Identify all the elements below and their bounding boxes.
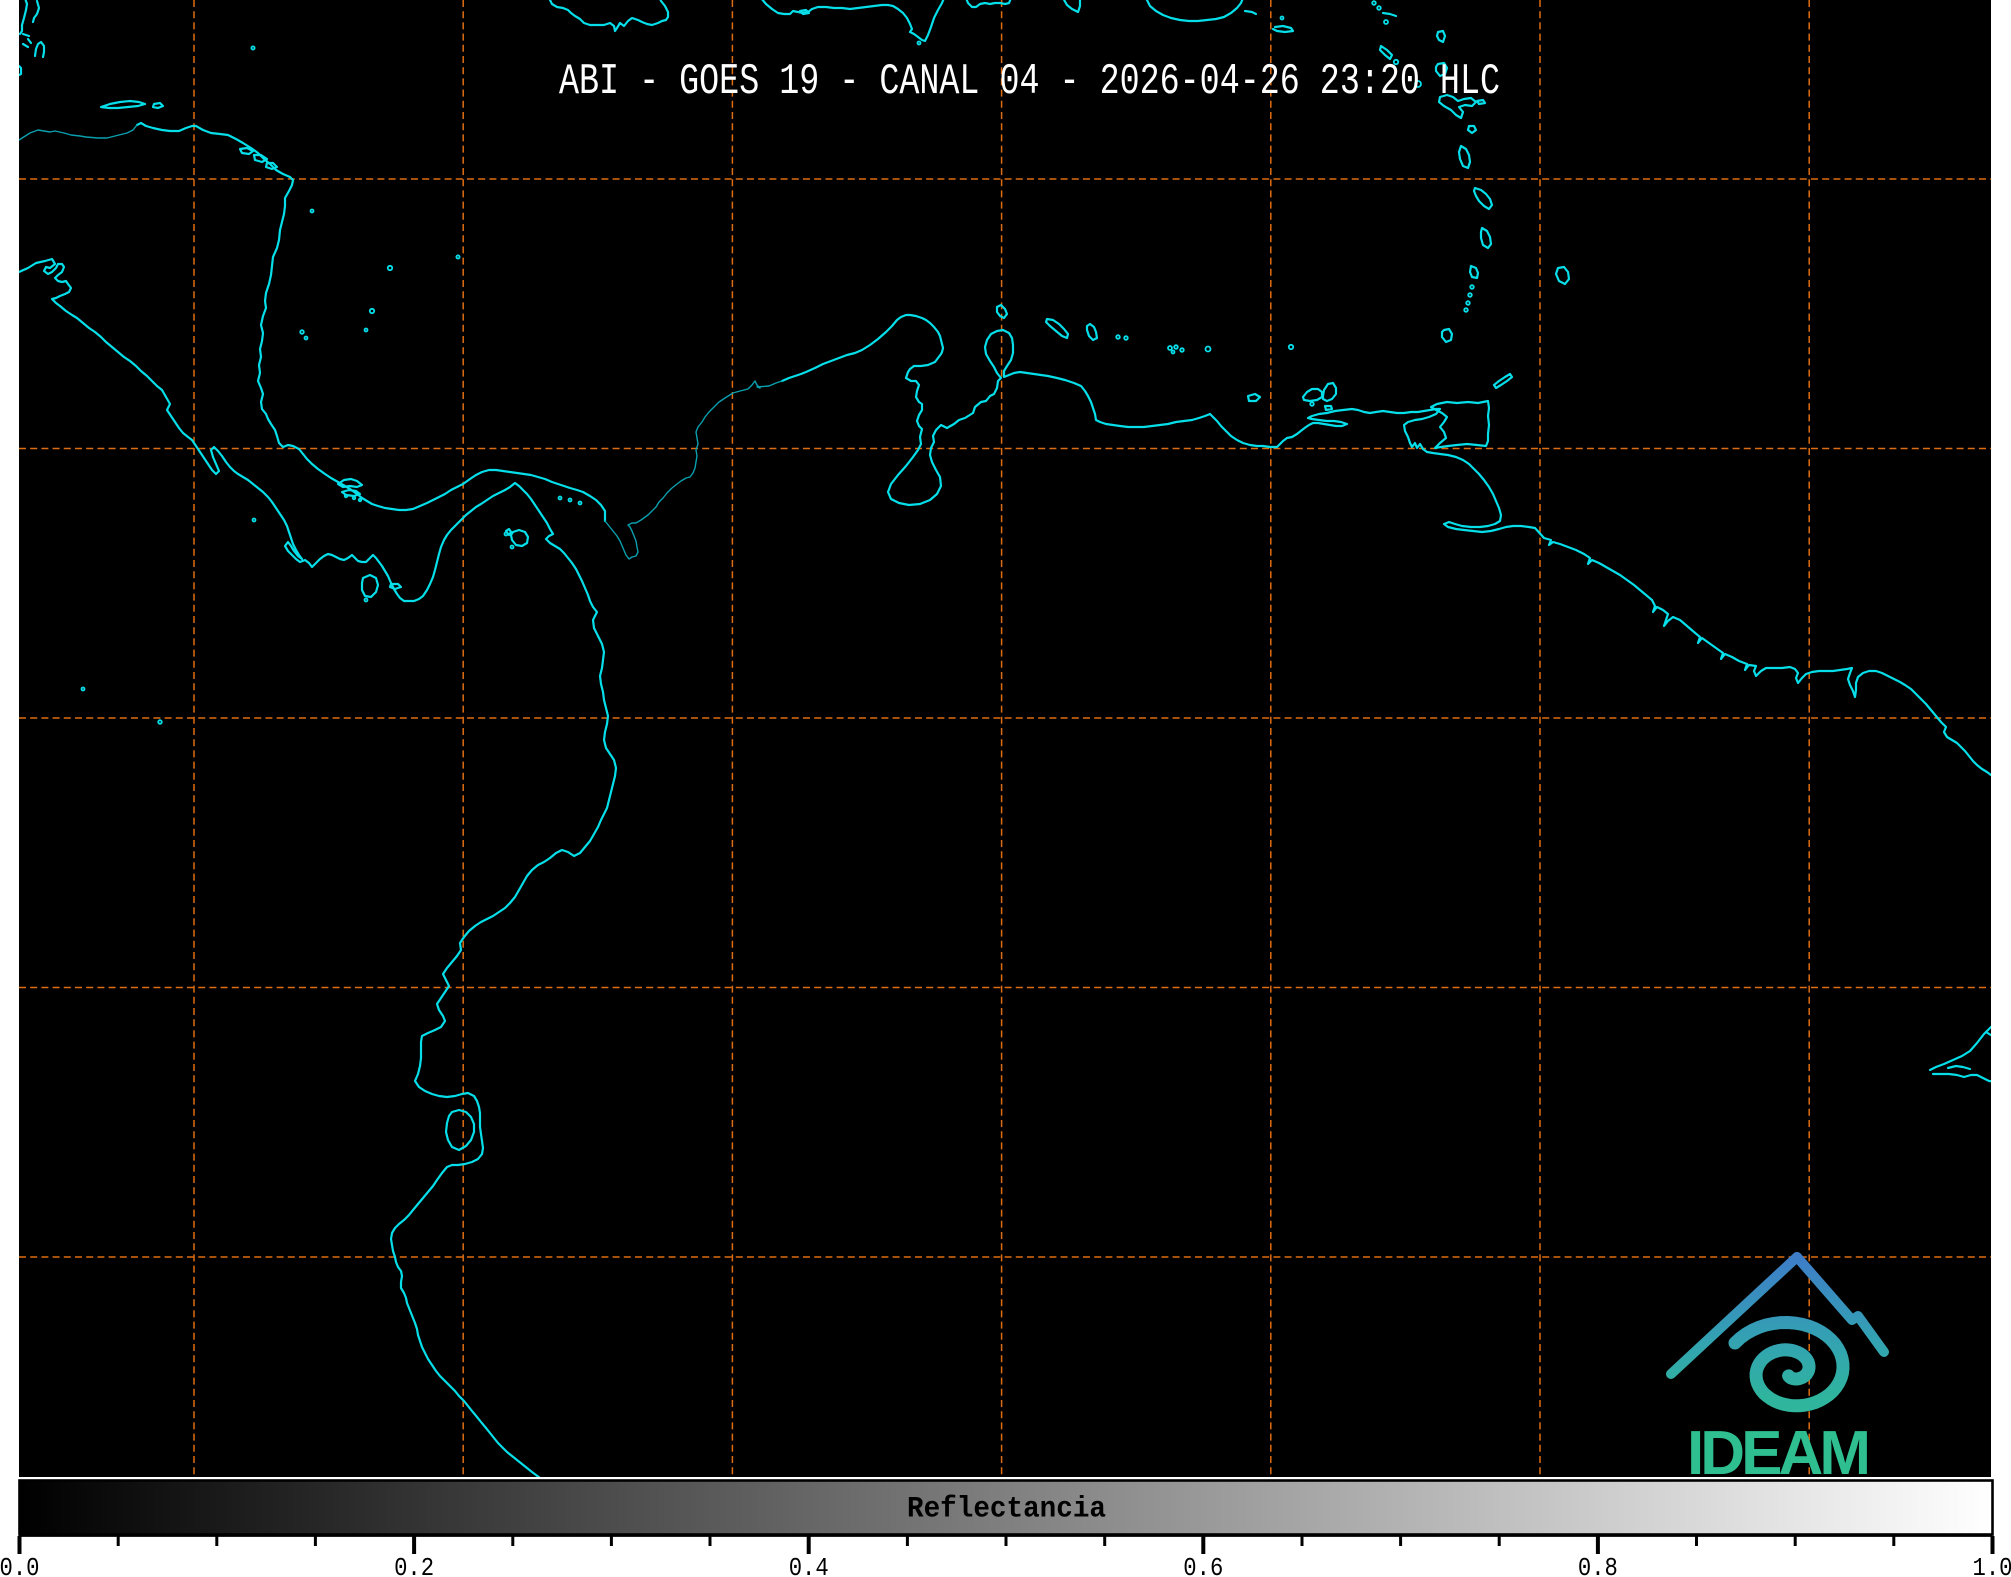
svg-text:0.2: 0.2: [394, 1553, 434, 1577]
svg-text:1.0: 1.0: [1973, 1553, 2011, 1577]
svg-text:0.6: 0.6: [1183, 1553, 1223, 1577]
svg-text:0.4: 0.4: [789, 1553, 829, 1577]
svg-text:0.0: 0.0: [0, 1553, 40, 1577]
svg-text:ABI - GOES 19 - CANAL 04 - 202: ABI - GOES 19 - CANAL 04 - 2026-04-26 23…: [559, 57, 1500, 107]
svg-text:Reflectancia: Reflectancia: [907, 1493, 1106, 1527]
svg-text:0.8: 0.8: [1578, 1553, 1618, 1577]
